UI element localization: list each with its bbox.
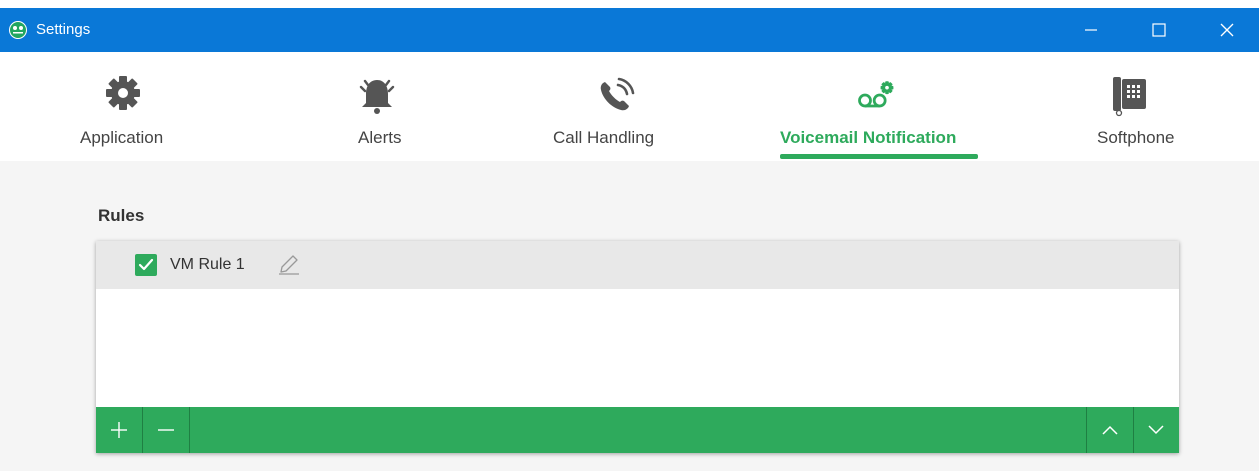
- minus-icon: [158, 429, 174, 431]
- minimize-icon: [1085, 29, 1097, 31]
- tab-application-label: Application: [80, 128, 164, 147]
- rule-name: VM Rule 1: [170, 256, 245, 273]
- phone-ringing-icon: [594, 73, 638, 117]
- checkmark-icon: [138, 258, 154, 271]
- tab-call-handling[interactable]: Call Handling: [550, 52, 680, 161]
- move-rule-down-button[interactable]: [1133, 407, 1179, 453]
- maximize-icon: [1152, 23, 1166, 37]
- tab-voicemail-notification-label: Voicemail Notification: [780, 128, 957, 147]
- close-button[interactable]: [1195, 8, 1259, 52]
- add-rule-button[interactable]: [96, 407, 142, 453]
- rules-toolbar: [96, 407, 1179, 453]
- voicemail-gear-icon: [854, 73, 898, 117]
- bell-icon: [355, 73, 399, 117]
- tab-application[interactable]: Application: [58, 52, 188, 161]
- app-logo-icon: [9, 21, 27, 39]
- settings-tabs: Application Alerts Call Handling Voicema…: [0, 52, 1259, 161]
- top-strip: [0, 0, 1259, 8]
- move-rule-up-button[interactable]: [1087, 407, 1133, 453]
- rule-enabled-checkbox[interactable]: [135, 254, 157, 276]
- gear-icon: [101, 73, 145, 117]
- desk-phone-icon: [1107, 73, 1151, 117]
- minimize-button[interactable]: [1059, 8, 1123, 52]
- tab-softphone[interactable]: Softphone: [1095, 52, 1195, 161]
- rules-list: VM Rule 1: [96, 241, 1179, 453]
- maximize-button[interactable]: [1127, 8, 1191, 52]
- chevron-up-icon: [1102, 425, 1118, 435]
- plus-icon: [111, 422, 127, 438]
- chevron-down-icon: [1148, 425, 1164, 435]
- remove-rule-button[interactable]: [143, 407, 189, 453]
- content-area: Rules VM Rule 1: [0, 161, 1259, 471]
- pencil-icon[interactable]: [277, 253, 301, 280]
- active-tab-indicator: [780, 154, 978, 159]
- tab-softphone-label: Softphone: [1097, 128, 1175, 147]
- tab-voicemail-notification[interactable]: Voicemail Notification: [778, 52, 980, 161]
- tab-alerts-label: Alerts: [358, 128, 402, 147]
- list-item[interactable]: VM Rule 1: [96, 241, 1179, 289]
- title-bar: Settings: [0, 8, 1259, 52]
- tab-call-handling-label: Call Handling: [553, 128, 655, 147]
- rules-heading: Rules: [98, 206, 145, 225]
- close-icon: [1220, 23, 1234, 37]
- tab-alerts[interactable]: Alerts: [330, 52, 430, 161]
- window-title: Settings: [36, 21, 91, 38]
- toolbar-divider: [189, 407, 190, 453]
